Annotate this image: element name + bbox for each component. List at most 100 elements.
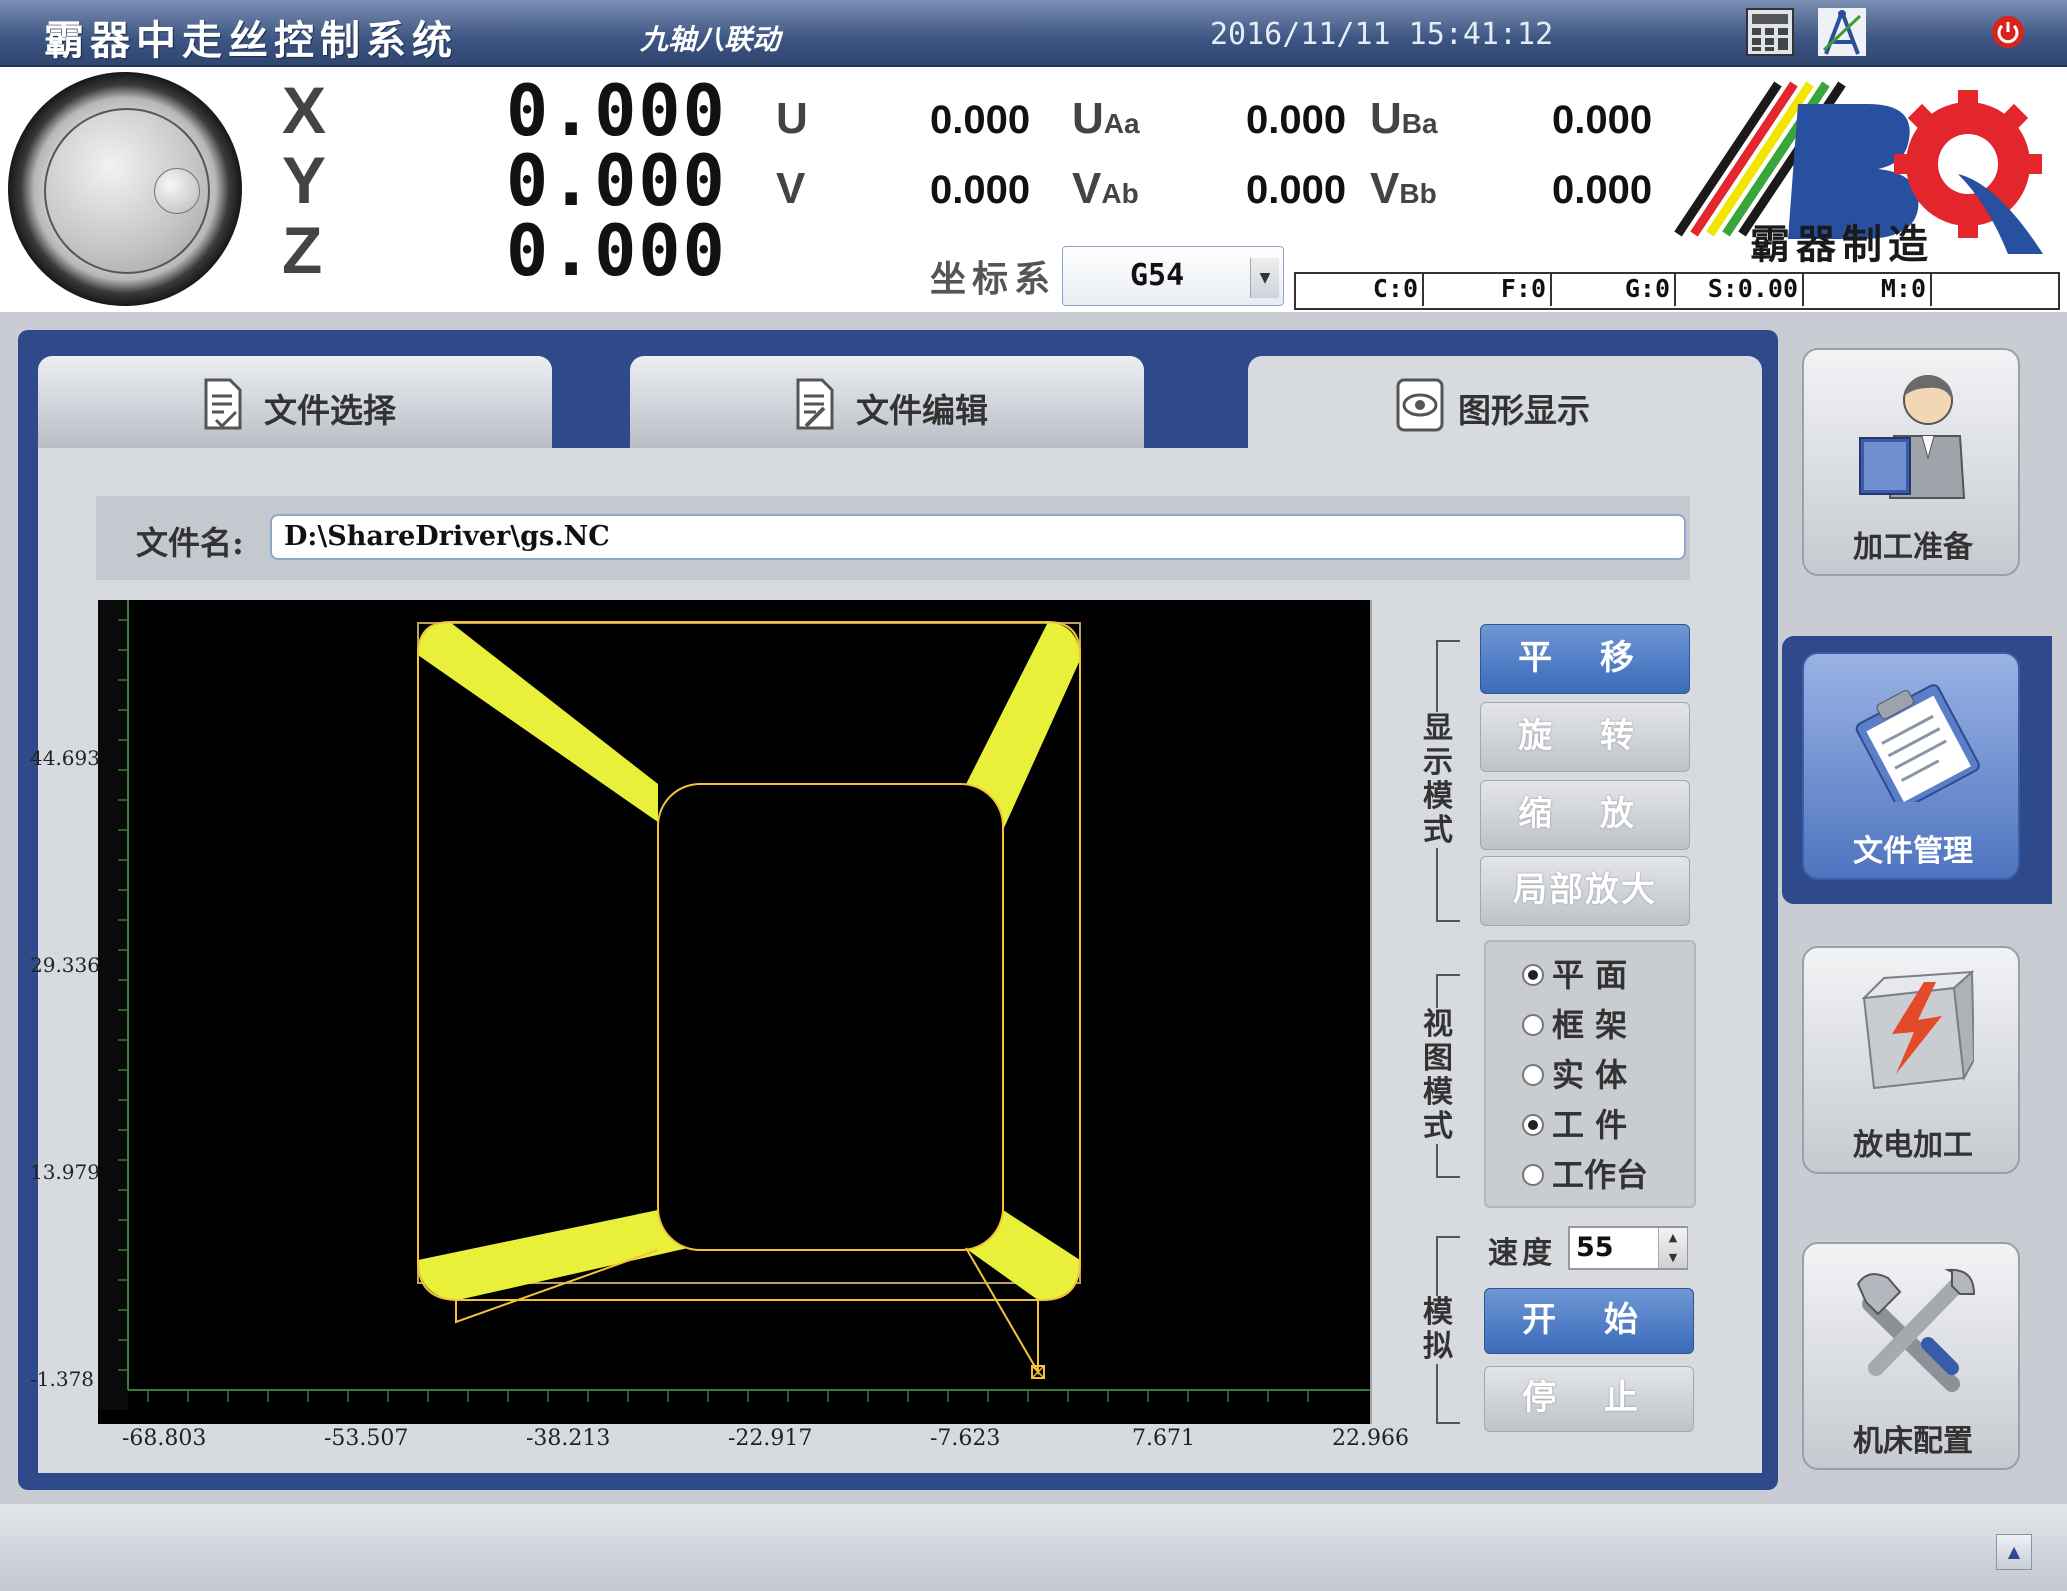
canvas-border [1370,600,1372,1424]
axis-label-u: U [776,94,808,143]
axis-label-y: Y [282,143,327,217]
radio-solid[interactable]: 实 体 [1522,1050,1627,1096]
logo-text: 霸器制造 [1750,221,1934,268]
rotate-button[interactable]: 旋 转 [1480,702,1690,772]
nav-label: 放电加工 [1853,1128,1973,1163]
drafting-compass-icon[interactable] [1816,6,1868,58]
axis-label-x: X [282,73,327,147]
radio-unchecked-icon [1522,1013,1544,1036]
coord-system-value: G54 [1130,258,1185,293]
axis-label-vb-main: V [1370,164,1400,213]
tab-label: 图形显示 [1458,391,1590,430]
radio-checked-icon [1522,963,1544,986]
chevron-down-icon[interactable]: ▼ [1250,258,1279,298]
start-button[interactable]: 开 始 [1484,1288,1694,1354]
axis-value-vb: 0.000 [1552,168,1653,212]
axis-value-u: 0.000 [930,98,1031,142]
radio-label: 工作台 [1552,1156,1649,1194]
axis-value-v: 0.000 [930,168,1031,212]
axis-label-vb-sub: Bb [1399,178,1437,209]
axis-value-z: 0.000 [506,210,727,292]
axis-label-va-main: V [1072,164,1102,213]
clipboard-icon [1855,684,1980,802]
x-tick: -68.803 [122,1426,207,1451]
axis-value-va: 0.000 [1246,168,1347,212]
bottom-status-bar [0,1504,2067,1591]
y-tick: -1.378 [30,1367,95,1391]
axis-label-v: V [776,164,806,213]
status-f: F:0 [1424,272,1552,306]
nav-edm-machining[interactable]: 放电加工 [1802,946,2020,1174]
radio-unchecked-icon [1522,1163,1544,1186]
nav-machine-config[interactable]: 机床配置 [1802,1242,2020,1470]
radio-checked-icon [1522,1113,1544,1136]
axis-label-z: Z [282,213,323,287]
file-name-label: 文件名: [136,524,244,562]
zoom-button[interactable]: 缩 放 [1480,780,1690,850]
radio-unchecked-icon [1522,1063,1544,1086]
axis-label-ua: UAa [1072,94,1140,144]
nav-label: 文件管理 [1853,834,1973,869]
tools-icon [1856,1268,1976,1392]
calculator-icon[interactable] [1744,6,1796,58]
app-subtitle: 九轴八联动 [640,23,781,56]
radio-workpiece[interactable]: 工 件 [1522,1100,1627,1146]
axis-label-ub-main: U [1370,94,1402,143]
handwheel-grip [154,168,200,214]
axis-label-ub: UBa [1370,94,1438,144]
x-tick: -53.507 [324,1426,409,1451]
x-tick: 22.966 [1332,1426,1409,1451]
arrow-up-icon[interactable]: ▲ [1996,1534,2032,1570]
pan-button[interactable]: 平 移 [1480,624,1690,694]
radio-label: 实 体 [1552,1056,1628,1094]
nav-machining-prep[interactable]: 加工准备 [1802,348,2020,576]
axis-label-ua-sub: Aa [1103,108,1140,139]
lightning-box-icon [1861,969,1974,1090]
x-tick: -22.917 [728,1426,813,1451]
file-name-input[interactable]: D:\ShareDriver\gs.NC [270,514,1686,560]
app-title: 霸器中走丝控制系统 [44,17,458,64]
axis-label-va: VAb [1072,164,1139,214]
nav-label: 机床配置 [1853,1424,1973,1459]
radio-label: 工 件 [1552,1106,1628,1144]
y-tick: 29.336 [30,953,100,977]
axis-label-ub-sub: Ba [1401,108,1438,139]
nav-file-management[interactable]: 文件管理 [1802,652,2020,880]
axis-label-ua-main: U [1072,94,1104,143]
tab-label: 文件编辑 [856,391,988,430]
datetime: 2016/11/11 15:41:12 [1210,17,1554,52]
nav-label: 加工准备 [1853,530,1973,565]
x-tick: 7.671 [1132,1426,1195,1451]
y-tick: 44.693 [30,746,100,770]
tab-label: 文件选择 [264,391,396,430]
axis-value-ua: 0.000 [1246,98,1347,142]
axis-label-va-sub: Ab [1101,178,1139,209]
power-icon[interactable] [1990,14,2026,50]
status-m: M:0 [1804,272,1932,306]
radio-label: 平 面 [1552,956,1628,994]
display-mode-label: 显示模式 [1420,712,1456,848]
radio-label: 框 架 [1552,1006,1628,1044]
radio-worktable[interactable]: 工作台 [1522,1150,1648,1196]
status-c: C:0 [1296,272,1424,306]
local-zoom-button[interactable]: 局部放大 [1480,856,1690,926]
y-tick: 13.979 [30,1160,100,1184]
radio-frame[interactable]: 框 架 [1522,1000,1627,1046]
speed-label: 速度 [1488,1236,1556,1271]
radio-plane[interactable]: 平 面 [1522,950,1627,996]
graphics-canvas[interactable] [98,600,1370,1424]
tab-file-select[interactable]: 文件选择 [38,356,552,448]
x-tick: -38.213 [526,1426,611,1451]
tab-file-edit[interactable]: 文件编辑 [630,356,1144,448]
simulate-label: 模拟 [1420,1296,1456,1364]
worker-icon [1859,375,1966,499]
stop-button[interactable]: 停 止 [1484,1366,1694,1432]
speed-value: 55 [1576,1232,1614,1263]
axis-value-ub: 0.000 [1552,98,1653,142]
view-mode-label: 视图模式 [1420,1008,1456,1144]
axis-label-vb: VBb [1370,164,1437,214]
coord-system-label: 坐标系 [930,258,1057,300]
status-g: G:0 [1552,272,1676,306]
speed-stepper[interactable]: ▲ ▼ [1658,1228,1687,1268]
tab-graphics-display[interactable]: 图形显示 [1248,356,1762,448]
